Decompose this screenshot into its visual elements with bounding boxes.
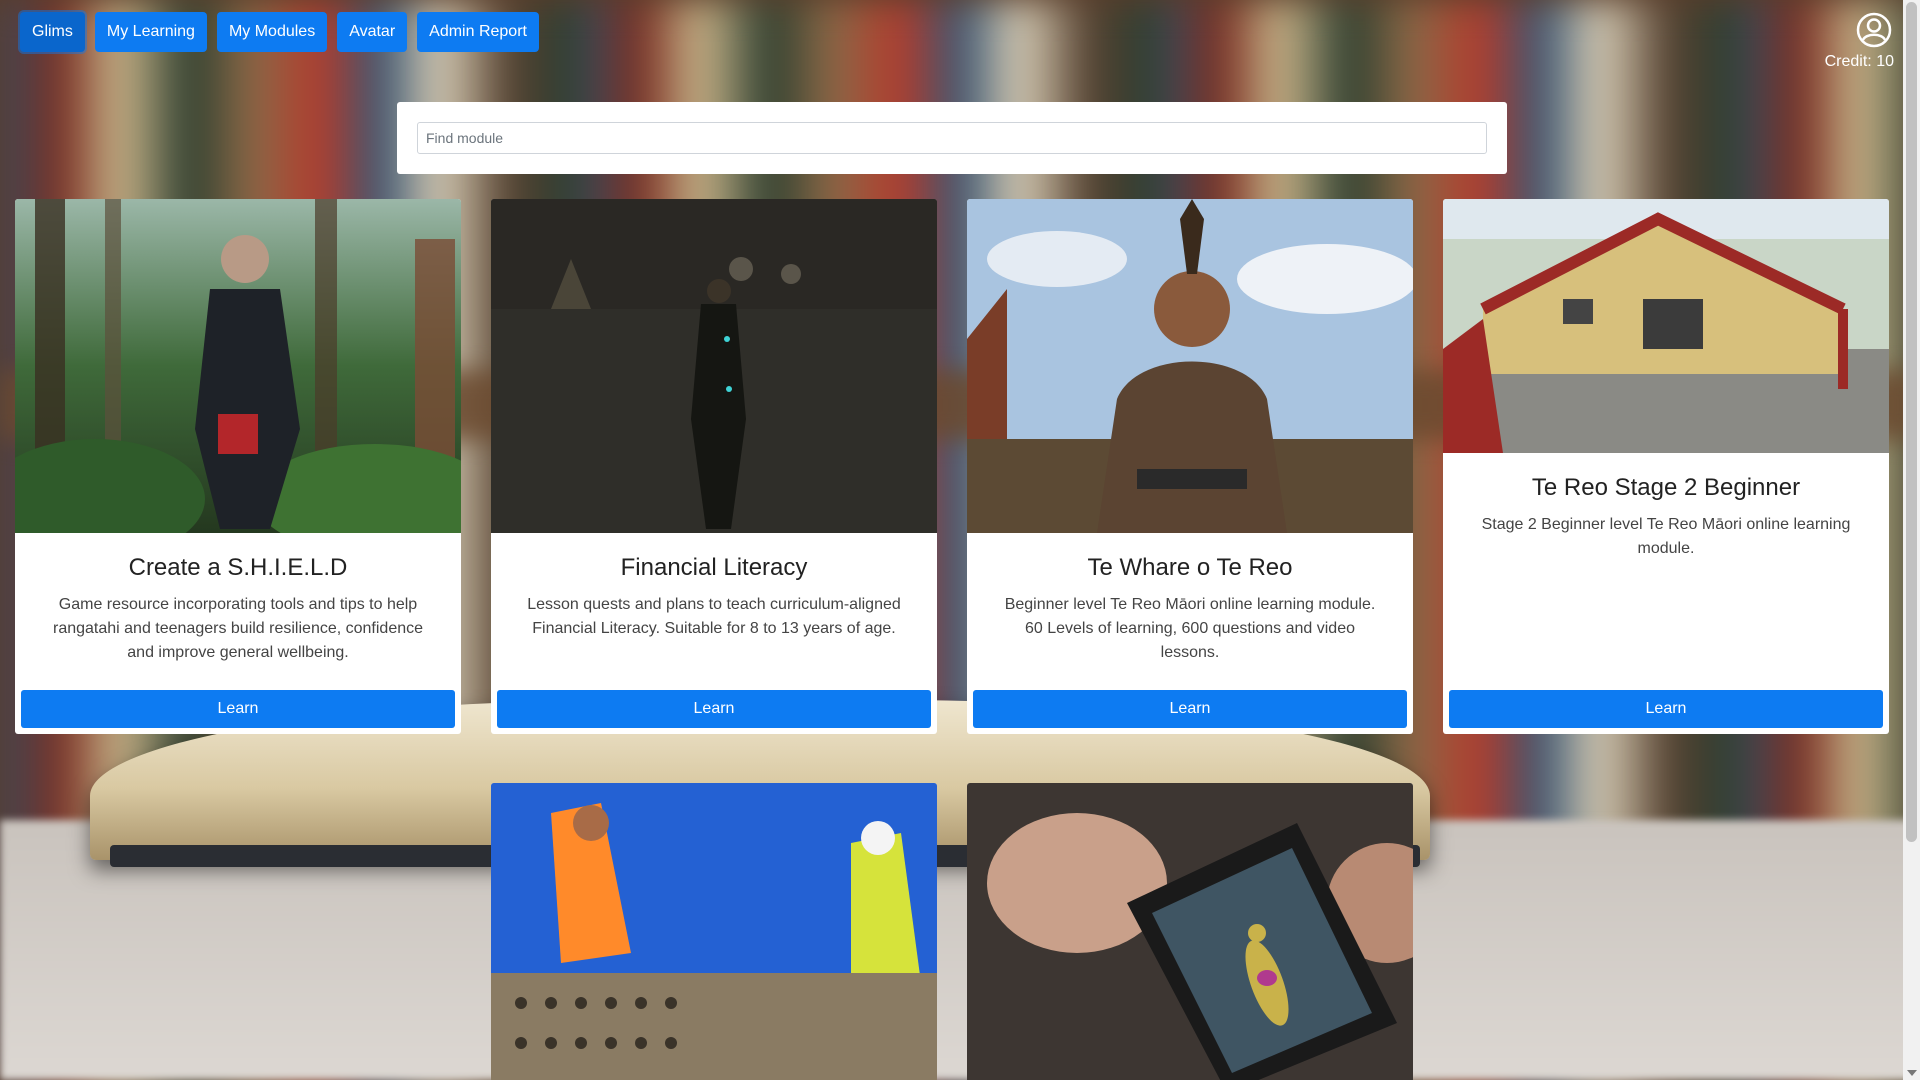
module-card: Create a S.H.I.E.L.D Game resource incor… (15, 199, 461, 734)
module-card: Te Whare o Te Reo Beginner level Te Reo … (967, 199, 1413, 734)
page-scrollbar[interactable] (1903, 0, 1920, 1080)
nav-glims-button[interactable]: Glims (20, 12, 85, 52)
module-title: Te Reo Stage 2 Beginner (1531, 474, 1801, 501)
module-description: Stage 2 Beginner level Te Reo Māori onli… (1481, 516, 1851, 557)
nav-my-modules-button[interactable]: My Modules (216, 12, 328, 52)
learn-button[interactable]: Learn (1449, 690, 1883, 728)
scroll-down-arrow-icon[interactable] (1907, 1070, 1917, 1076)
module-card (491, 783, 937, 1080)
find-module-input[interactable] (417, 122, 1487, 154)
module-description: Beginner level Te Reo Māori online learn… (1004, 596, 1376, 661)
module-image-shield[interactable] (15, 199, 461, 533)
module-card: Te Reo Stage 2 Beginner Stage 2 Beginner… (1443, 199, 1889, 734)
module-card (967, 783, 1413, 1080)
learn-button[interactable]: Learn (973, 690, 1407, 728)
search-panel (397, 102, 1507, 174)
module-card: Financial Literacy Lesson quests and pla… (491, 199, 937, 734)
nav-admin-report-button[interactable]: Admin Report (417, 12, 539, 52)
module-image-tablet-anatomy[interactable] (967, 783, 1413, 1080)
module-title: Financial Literacy (620, 554, 808, 581)
learn-button[interactable]: Learn (497, 690, 931, 728)
scrollbar-thumb[interactable] (1906, 2, 1917, 842)
nav-my-learning-button[interactable]: My Learning (94, 12, 207, 52)
module-title: Te Whare o Te Reo (1087, 554, 1293, 581)
learn-button[interactable]: Learn (21, 690, 455, 728)
top-nav: Glims My Learning My Modules Avatar Admi… (20, 12, 539, 52)
user-circle-icon[interactable] (1856, 12, 1892, 48)
module-title: Create a S.H.I.E.L.D (128, 554, 348, 581)
module-image-construction[interactable] (491, 783, 937, 1080)
nav-avatar-button[interactable]: Avatar (337, 12, 408, 52)
module-image-te-whare-o-te-reo[interactable] (967, 199, 1413, 533)
credit-balance: Credit: 10 (1824, 53, 1894, 70)
account-area: Credit: 10 (1786, 12, 1896, 71)
module-description: Lesson quests and plans to teach curricu… (527, 596, 901, 637)
module-image-financial-literacy[interactable] (491, 199, 937, 533)
module-description: Game resource incorporating tools and ti… (52, 596, 424, 661)
module-image-te-reo-stage-2[interactable] (1443, 199, 1889, 453)
